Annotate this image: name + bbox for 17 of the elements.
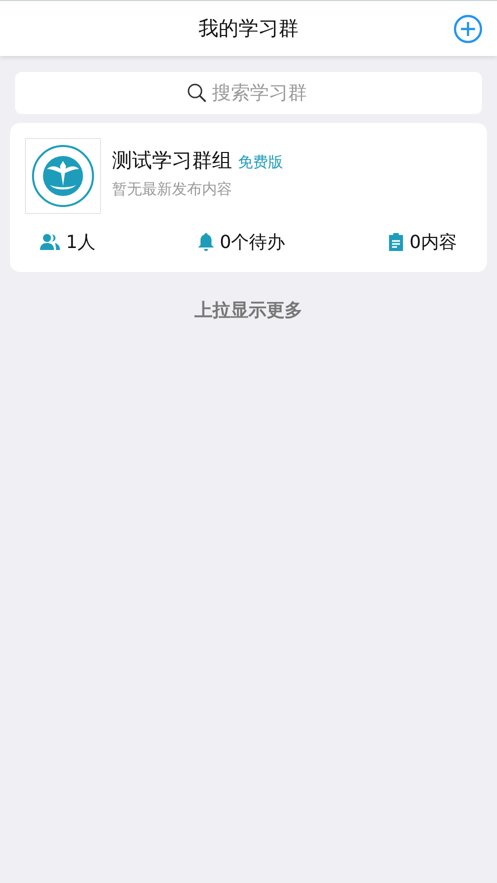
search-icon <box>187 83 207 103</box>
group-name: 测试学习群组 <box>112 147 232 174</box>
load-more-text: 上拉显示更多 <box>194 300 302 321</box>
stat-text: 1人 <box>66 231 96 254</box>
add-icon <box>453 14 483 44</box>
plan-label: 免费版 <box>238 153 283 172</box>
page-title: 我的学习群 <box>198 15 298 42</box>
add-button[interactable] <box>453 14 483 44</box>
latest-text: 暂无最新发布内容 <box>112 180 233 199</box>
stat-text: 0个待办 <box>220 231 286 254</box>
clipboard-icon <box>388 233 404 251</box>
bell-icon <box>198 233 214 251</box>
stat-text: 0内容 <box>410 231 457 254</box>
group-card[interactable]: 测试学习群组 免费版 暂无最新发布内容 1人 0个待办 0内容 <box>10 123 487 272</box>
logo-icon <box>32 145 94 207</box>
search-field[interactable]: 搜索学习群 <box>15 72 482 114</box>
users-icon <box>40 233 60 251</box>
